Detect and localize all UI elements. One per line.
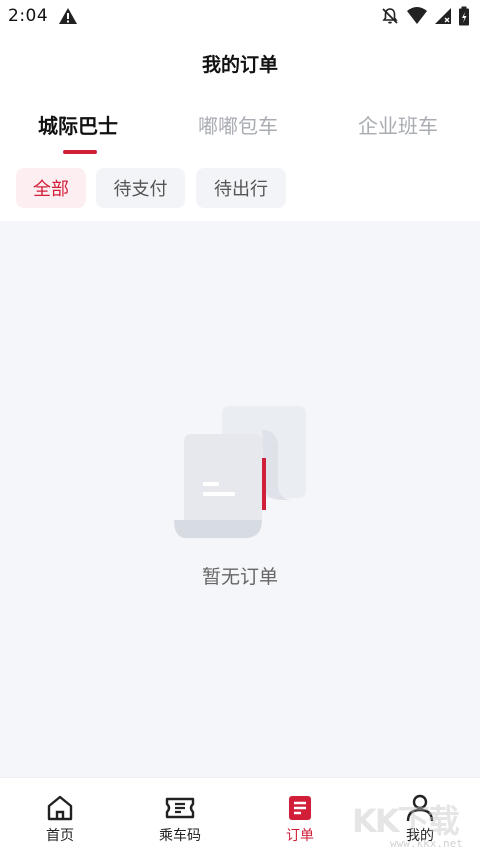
- nav-item-orders[interactable]: 订单: [240, 778, 360, 854]
- active-tab-indicator: [63, 150, 97, 154]
- battery-icon: [459, 6, 469, 26]
- status-icons: [380, 6, 470, 26]
- tab-enterprise-shuttle[interactable]: 企业班车: [358, 110, 438, 139]
- status-time: 2:04: [8, 6, 49, 26]
- filter-all-chip[interactable]: 全部: [16, 168, 86, 208]
- filter-pending-trip-chip[interactable]: 待出行: [196, 168, 286, 208]
- order-icon: [289, 796, 311, 820]
- site-watermark: KK下载 www.kkx.net: [352, 796, 480, 854]
- nav-label-home: 首页: [46, 828, 74, 844]
- home-icon: [47, 795, 73, 821]
- nav-label-orders: 订单: [286, 828, 314, 844]
- watermark-url: www.kkx.net: [390, 837, 463, 850]
- warning-icon: [59, 8, 77, 24]
- cellular-signal-icon: [435, 8, 451, 24]
- nav-item-home[interactable]: 首页: [0, 778, 120, 854]
- empty-orders-illustration: [174, 406, 306, 538]
- order-type-tabs: 城际巴士 嘟嘟包车 企业班车: [0, 104, 480, 154]
- page-title: 我的订单: [201, 54, 278, 76]
- filter-pending-payment-chip[interactable]: 待支付: [96, 168, 185, 208]
- empty-state-text: 暂无订单: [201, 566, 278, 588]
- tab-charter-car[interactable]: 嘟嘟包车: [198, 110, 278, 139]
- nav-item-ticket-code[interactable]: 乘车码: [120, 778, 240, 854]
- notifications-off-icon: [382, 8, 398, 24]
- order-page: 2:04 我的订单 城际巴士 嘟嘟包车 企业班车 全部 待支付 待出行 暂无订单…: [0, 0, 480, 854]
- nav-label-ticket-code: 乘车码: [159, 828, 201, 844]
- status-bar: 2:04: [0, 0, 480, 34]
- wifi-icon: [407, 7, 427, 24]
- ticket-icon: [165, 797, 195, 819]
- watermark-logo-text: KK下载: [352, 802, 460, 840]
- tab-intercity-bus[interactable]: 城际巴士: [38, 110, 118, 139]
